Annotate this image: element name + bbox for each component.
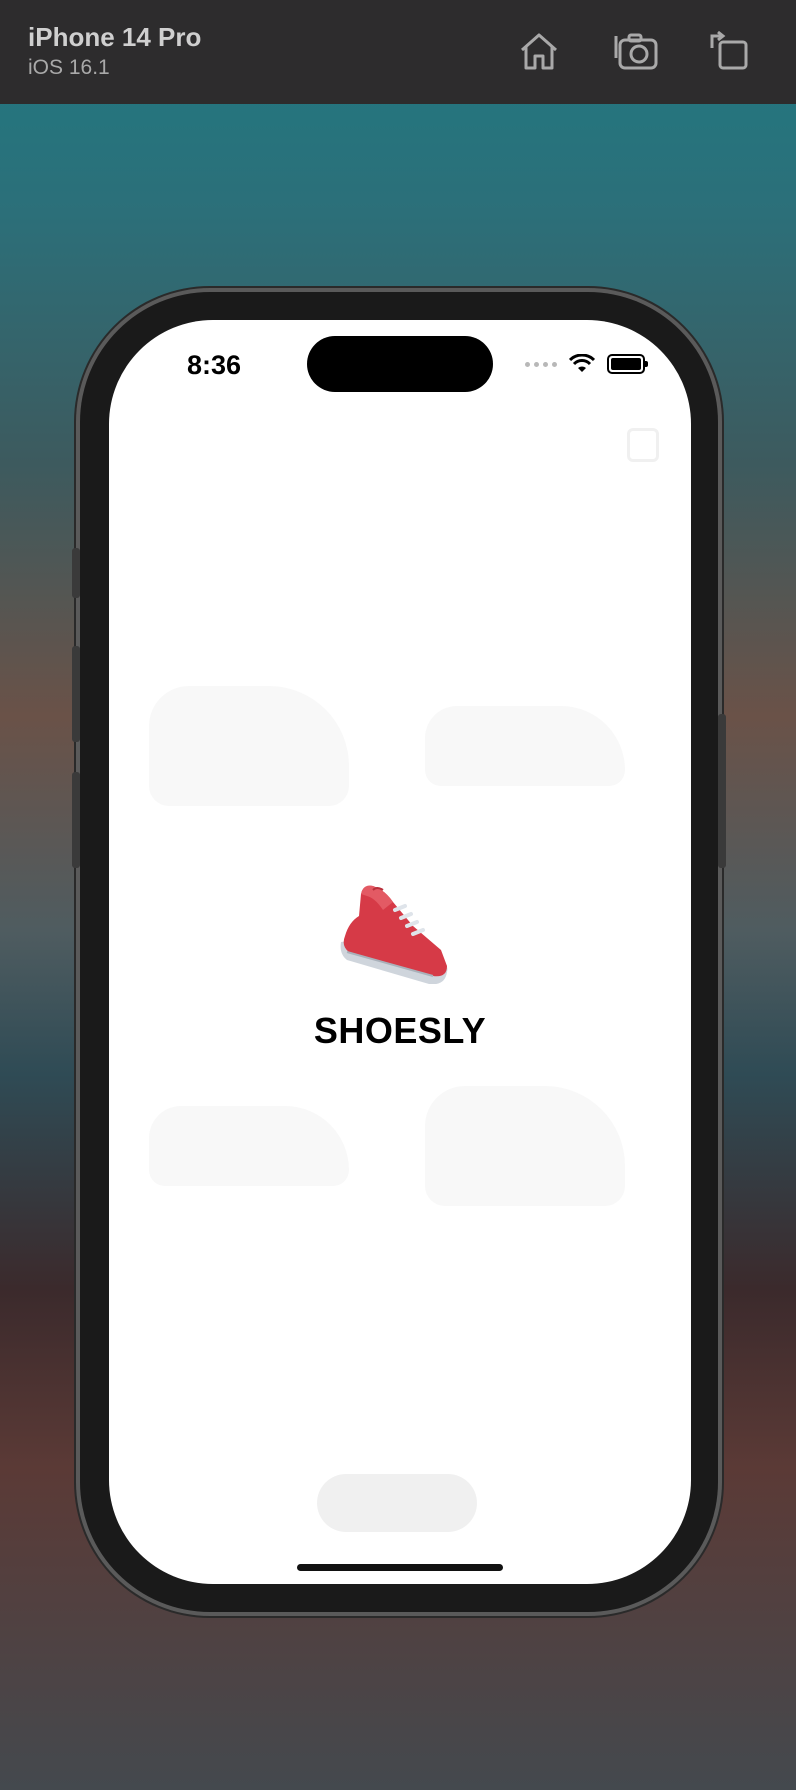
screenshot-camera-icon[interactable]	[614, 28, 660, 74]
home-indicator[interactable]	[297, 1564, 503, 1571]
os-version: iOS 16.1	[28, 56, 110, 79]
volume-down-button	[72, 772, 80, 868]
power-button	[718, 714, 726, 868]
app-name-title: SHOESLY	[313, 1010, 487, 1051]
simulator-toolbar: iPhone 14 Pro iOS 16.1	[0, 0, 796, 104]
home-icon[interactable]	[516, 28, 562, 74]
silent-switch	[72, 548, 80, 598]
device-screen: 8:36 SHOESLY	[109, 320, 691, 1584]
device-name: iPhone 14 Pro	[28, 22, 202, 52]
splash-screen: SHOESLY	[109, 320, 691, 1584]
volume-up-button	[72, 646, 80, 742]
rotate-device-icon[interactable]	[706, 28, 752, 74]
sneaker-emoji-icon	[340, 885, 448, 984]
